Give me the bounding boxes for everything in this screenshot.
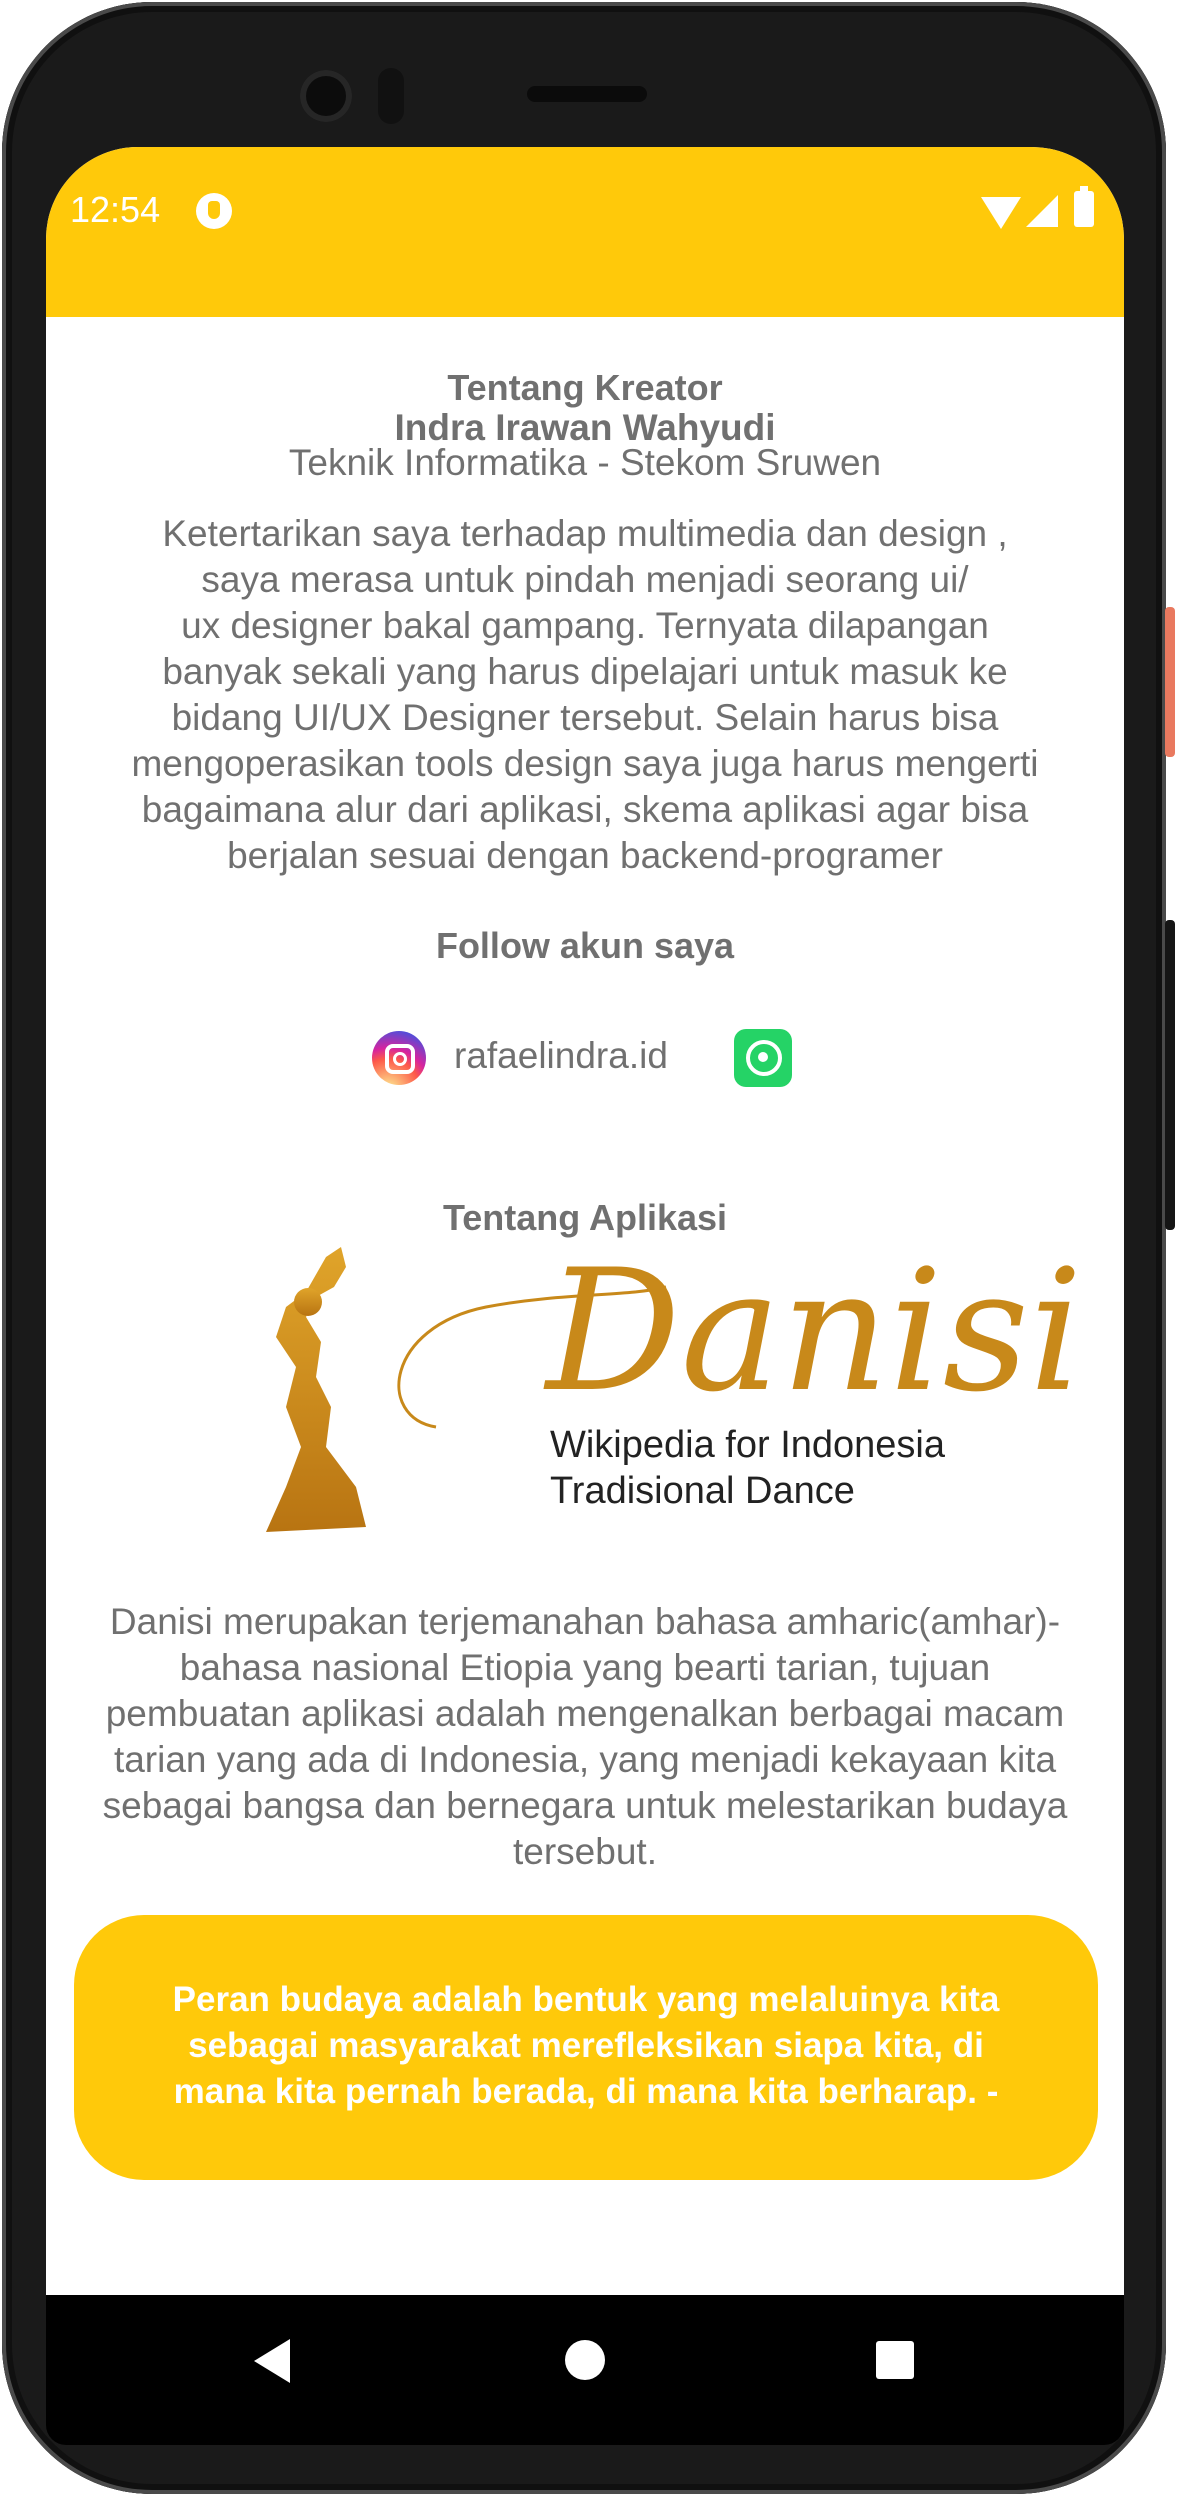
- instagram-icon[interactable]: [372, 1031, 426, 1085]
- description-line: bahasa nasional Etiopia yang bearti tari…: [179, 1647, 991, 1688]
- navigation-bar: [46, 2295, 1124, 2425]
- quote-line: mana kita pernah berada, di mana kita be…: [173, 2072, 999, 2111]
- follow-title: Follow akun saya: [435, 925, 735, 966]
- description-line: sebagai bangsa dan bernegara untuk meles…: [102, 1785, 1068, 1826]
- danisi-logo: Danisi Wikipedia for Indonesia Tradision…: [246, 1247, 1083, 1547]
- status-bar: 12:54: [46, 147, 1124, 317]
- notification-icon: [196, 193, 232, 229]
- creator-affiliation: Teknik Informatika - Stekom Sruwen: [288, 442, 882, 483]
- bio-line: mengoperasikan tools design saya juga ha…: [131, 743, 1039, 784]
- description-line: tarian yang ada di Indonesia, yang menja…: [113, 1739, 1057, 1780]
- description-line: pembuatan aplikasi adalah mengenalkan be…: [105, 1693, 1065, 1734]
- phone-chin: [46, 2425, 1124, 2445]
- back-icon[interactable]: [254, 2339, 290, 2383]
- power-button: [1165, 607, 1175, 757]
- proximity-sensor: [378, 68, 404, 124]
- bio-line: saya merasa untuk pindah menjadi seorang…: [201, 559, 969, 600]
- bio-line: banyak sekali yang harus dipelajari untu…: [162, 651, 1008, 692]
- logo-wordmark: Danisi: [546, 1233, 1083, 1429]
- description-line: tersebut.: [513, 1831, 657, 1872]
- creator-bio: Ketertarikan saya terhadap multimedia da…: [46, 511, 1124, 879]
- quote-text: Peran budaya adalah bentuk yang melaluin…: [134, 1977, 1038, 2117]
- logo-tagline-line: Wikipedia for Indonesia: [550, 1424, 945, 1466]
- recent-apps-icon[interactable]: [876, 2341, 914, 2379]
- about-content[interactable]: Tentang Kreator Indra Irawan Wahyudi Tek…: [46, 317, 1124, 2295]
- volume-button: [1165, 920, 1175, 1230]
- social-row: rafaelindra.id: [372, 1027, 802, 1087]
- front-camera: [300, 70, 352, 122]
- bio-line: ux designer bakal gampang. Ternyata dila…: [181, 605, 989, 646]
- earpiece-speaker: [527, 86, 647, 102]
- screen: 12:54 Tentang Kreator Indra Irawan Wahyu…: [46, 147, 1124, 2295]
- bio-line: berjalan sesuai dengan backend-programer: [227, 835, 943, 876]
- quote-line: sebagai masyarakat merefleksikan siapa k…: [188, 2026, 984, 2065]
- signal-icon: [1026, 195, 1058, 227]
- creator-section-title: Tentang Kreator: [447, 367, 723, 408]
- home-icon[interactable]: [565, 2340, 605, 2380]
- app-description: Danisi merupakan terjemanahan bahasa amh…: [46, 1599, 1124, 1875]
- quote-card: Peran budaya adalah bentuk yang melaluin…: [74, 1915, 1098, 2180]
- bio-line: bagaimana alur dari aplikasi, skema apli…: [141, 789, 1029, 830]
- battery-icon: [1074, 186, 1094, 227]
- whatsapp-icon[interactable]: [734, 1029, 792, 1087]
- description-line: Danisi merupakan terjemanahan bahasa amh…: [109, 1601, 1061, 1642]
- logo-tagline: Wikipedia for Indonesia Tradisional Danc…: [550, 1422, 945, 1514]
- instagram-handle[interactable]: rafaelindra.id: [454, 1035, 668, 1077]
- bio-line: Ketertarikan saya terhadap multimedia da…: [162, 513, 1008, 554]
- bio-line: bidang UI/UX Designer tersebut. Selain h…: [171, 697, 999, 738]
- wifi-icon: [981, 197, 1021, 229]
- status-time: 12:54: [70, 189, 161, 230]
- quote-line: Peran budaya adalah bentuk yang melaluin…: [172, 1980, 1000, 2019]
- logo-tagline-line: Tradisional Dance: [550, 1470, 855, 1512]
